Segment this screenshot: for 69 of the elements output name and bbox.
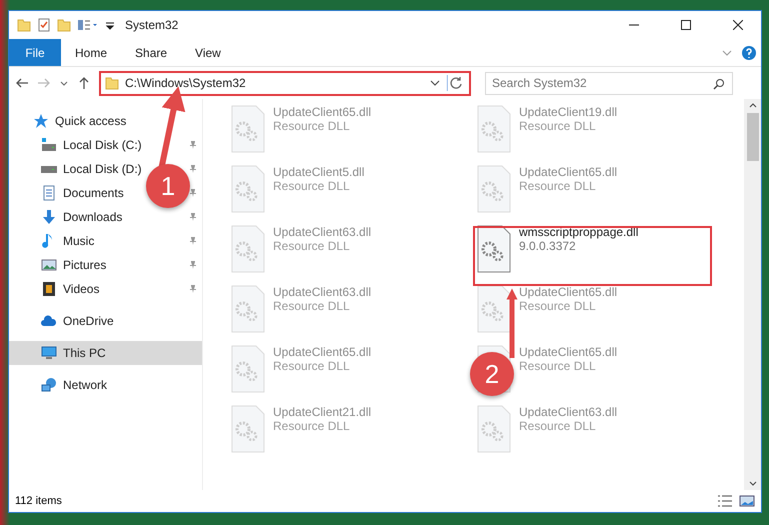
film-icon xyxy=(41,281,57,297)
settings-file-icon xyxy=(231,105,265,153)
sidebar-item[interactable]: Local Disk (D:) xyxy=(63,162,142,176)
folder-icon xyxy=(105,76,119,90)
large-icons-view-icon[interactable] xyxy=(739,494,755,508)
sidebar-item[interactable]: OneDrive xyxy=(63,314,114,328)
file-detail: Resource DLL xyxy=(273,239,351,253)
file-name[interactable]: wmsscriptproppage.dll xyxy=(519,225,638,239)
chevron-up-icon[interactable] xyxy=(748,101,758,109)
download-icon xyxy=(41,209,57,225)
file-detail: Resource DLL xyxy=(273,179,351,193)
settings-file-icon xyxy=(477,285,511,333)
up-arrow-icon[interactable] xyxy=(77,76,91,90)
file-detail: Resource DLL xyxy=(273,359,351,373)
drive-icon xyxy=(41,166,57,172)
sidebar-item[interactable]: Documents xyxy=(63,186,124,200)
ribbon-tab[interactable]: View xyxy=(181,39,235,66)
drive-icon xyxy=(41,137,57,153)
maximize-icon xyxy=(681,20,691,30)
file-detail: Resource DLL xyxy=(519,179,597,193)
scrollbar[interactable] xyxy=(744,99,761,490)
annotation-arrow xyxy=(506,288,518,358)
search-field[interactable]: Search System32 xyxy=(485,72,733,94)
document-icon xyxy=(41,185,57,201)
details-view-icon[interactable] xyxy=(717,494,733,508)
file-detail: Resource DLL xyxy=(519,419,597,433)
sidebar-item[interactable]: This PC xyxy=(9,341,202,365)
ribbon-tab[interactable]: Home xyxy=(61,39,122,66)
address-path: C:\Windows\System32 xyxy=(125,76,247,90)
image-icon xyxy=(41,257,57,273)
back-arrow-icon[interactable] xyxy=(15,76,29,90)
file-detail: Resource DLL xyxy=(519,299,597,313)
sidebar-item[interactable]: Network xyxy=(63,378,108,392)
sidebar-item[interactable]: Pictures xyxy=(63,258,106,272)
scroll-thumb[interactable] xyxy=(746,113,758,161)
window-title: System32 xyxy=(125,18,178,32)
file-detail: 9.0.0.3372 xyxy=(519,239,577,253)
file-detail: Resource DLL xyxy=(519,359,597,373)
search-icon xyxy=(713,78,725,90)
cloud-icon xyxy=(41,313,57,329)
file-detail: Resource DLL xyxy=(273,119,351,133)
ribbon-tab[interactable]: File xyxy=(9,39,61,66)
settings-file-icon xyxy=(477,165,511,213)
settings-file-icon xyxy=(477,405,511,453)
settings-file-icon xyxy=(231,405,265,453)
settings-file-icon xyxy=(477,105,511,153)
chevron-down-icon[interactable] xyxy=(748,480,758,488)
sidebar-item[interactable]: Music xyxy=(63,234,94,248)
properties-icon[interactable] xyxy=(77,18,99,32)
monitor-icon xyxy=(41,345,57,361)
item-count: 112 items xyxy=(15,495,62,507)
file-detail: Resource DLL xyxy=(273,299,351,313)
settings-file-icon xyxy=(477,225,511,273)
star-icon xyxy=(33,113,49,129)
address-bar[interactable]: C:\Windows\System32 xyxy=(99,70,471,96)
close-icon xyxy=(733,20,743,30)
settings-file-icon xyxy=(231,285,265,333)
sidebar-item[interactable]: Quick access xyxy=(55,114,126,128)
settings-file-icon xyxy=(231,225,265,273)
sidebar-item[interactable]: Local Disk (C:) xyxy=(63,138,142,152)
checklist-icon[interactable] xyxy=(37,18,51,32)
ribbon-tab[interactable]: Share xyxy=(121,39,182,66)
file-detail: Resource DLL xyxy=(273,419,351,433)
sidebar-item[interactable]: Videos xyxy=(63,282,100,296)
settings-file-icon xyxy=(231,165,265,213)
settings-file-icon xyxy=(231,345,265,393)
globe-monitor-icon xyxy=(41,377,57,393)
file-detail: Resource DLL xyxy=(519,119,597,133)
sidebar-item[interactable]: Downloads xyxy=(63,210,122,224)
